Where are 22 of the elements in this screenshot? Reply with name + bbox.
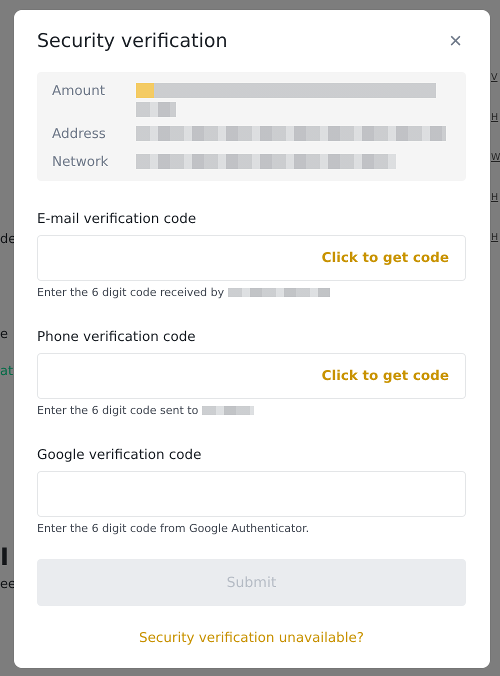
detail-label: Address	[52, 125, 107, 144]
close-button[interactable]: ×	[445, 30, 466, 52]
get-code-link[interactable]: Click to get code	[322, 250, 449, 266]
detail-label: Amount	[52, 82, 106, 101]
field-label: Google verification code	[37, 447, 202, 463]
background-text: I	[0, 543, 9, 571]
field-label: Phone verification code	[37, 329, 197, 345]
get-code-link[interactable]: Click to get code	[322, 368, 449, 384]
background-text: at	[0, 364, 14, 380]
unavailable-link[interactable]: Security verification unavailable?	[139, 630, 364, 646]
field-hint: Enter the 6 digit code received by	[37, 286, 224, 299]
field-hint: Enter the 6 digit code sent to	[37, 404, 198, 417]
code-input-field[interactable]: Click to get code	[37, 235, 466, 281]
code-input-field[interactable]: Click to get code	[37, 353, 466, 399]
field-label: E-mail verification code	[37, 211, 198, 227]
dialog-title: Security verification	[37, 30, 228, 52]
redacted-value	[202, 406, 254, 415]
detail-label: Network	[52, 153, 110, 172]
field-hint: Enter the 6 digit code from Google Authenticator.	[37, 522, 310, 535]
code-input-field[interactable]	[37, 471, 466, 517]
redacted-value	[136, 102, 176, 117]
background-text: e	[0, 327, 8, 343]
